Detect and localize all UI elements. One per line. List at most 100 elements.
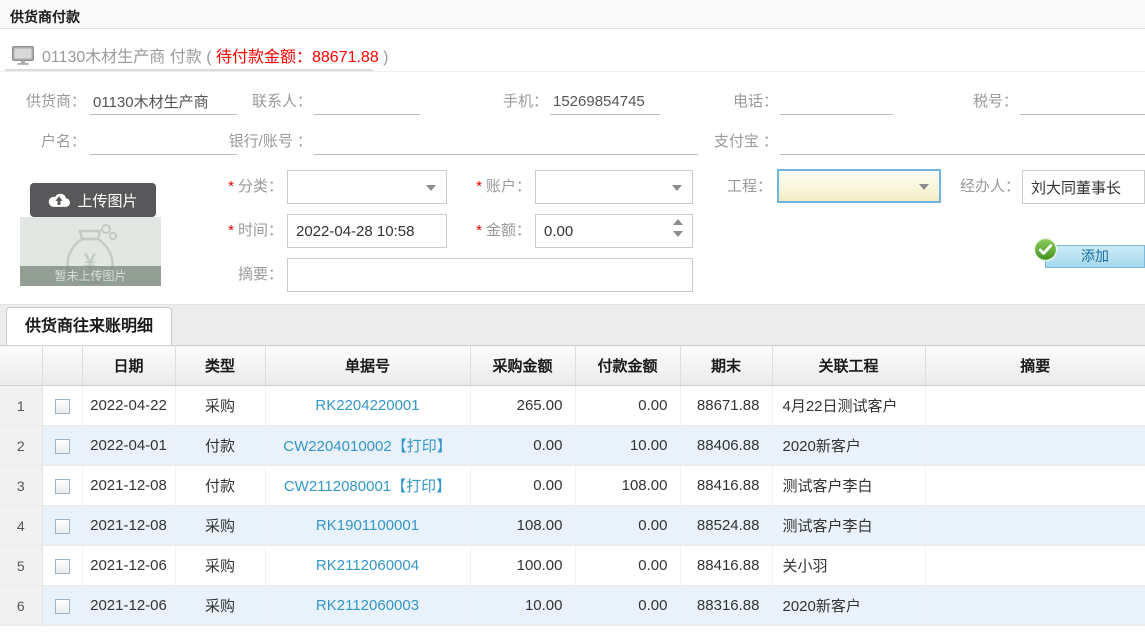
row-checkbox[interactable]	[55, 519, 70, 534]
section-header: 01130木材生产商 付款 ( 待付款金额：88671.88 )	[12, 40, 389, 70]
row-number: 1	[0, 386, 42, 426]
col-date: 日期	[82, 346, 175, 386]
upload-image-button[interactable]: 上传图片	[30, 183, 156, 217]
table-row: 3 2021-12-08 付款 CW2112080001【打印】 0.00 10…	[0, 466, 1145, 506]
account-name-label: 户名：	[0, 129, 86, 155]
cell-date: 2022-04-22	[82, 386, 175, 426]
category-select[interactable]	[287, 170, 447, 204]
alipay-label: 支付宝 ：	[688, 129, 778, 155]
summary-input[interactable]	[287, 258, 693, 292]
tab-supplier-ledger[interactable]: 供货商往来账明细	[6, 307, 172, 346]
handler-label: 经办人：	[933, 170, 1020, 204]
cell-project: 测试客户李白	[772, 466, 925, 506]
table-row: 4 2021-12-08 采购 RK1901100001 108.00 0.00…	[0, 506, 1145, 546]
cell-purchase: 108.00	[470, 506, 575, 546]
doc-link[interactable]: RK2204220001	[315, 397, 419, 414]
col-doc-no: 单据号	[265, 346, 470, 386]
cell-project: 关小羽	[772, 546, 925, 586]
row-checkbox[interactable]	[55, 479, 70, 494]
amount-stepper[interactable]	[673, 219, 685, 237]
doc-link[interactable]: CW2204010002	[283, 438, 391, 455]
cell-purchase: 0.00	[470, 466, 575, 506]
row-checkbox[interactable]	[55, 399, 70, 414]
col-select	[42, 346, 82, 386]
row-checkbox[interactable]	[55, 599, 70, 614]
row-number: 6	[0, 586, 42, 626]
doc-link[interactable]: RK2112060004	[316, 557, 419, 574]
row-number: 3	[0, 466, 42, 506]
spinner-down-icon[interactable]	[673, 231, 683, 237]
supplier-payment-heading: 01130木材生产商 付款 ( 待付款金额：88671.88 )	[42, 43, 389, 67]
alipay-input[interactable]	[780, 129, 1145, 155]
cell-payment: 0.00	[575, 386, 680, 426]
ledger-table: 日期 类型 单据号 采购金额 付款金额 期末 关联工程 摘要 1 2022-04…	[0, 345, 1145, 626]
required-mark: *	[476, 178, 482, 195]
phone-input[interactable]	[780, 89, 893, 115]
print-link[interactable]: 【打印】	[391, 478, 451, 495]
chevron-down-icon	[919, 184, 929, 190]
cell-purchase: 100.00	[470, 546, 575, 586]
row-number: 2	[0, 426, 42, 466]
doc-link[interactable]: RK1901100001	[316, 517, 419, 534]
cell-summary	[925, 426, 1145, 466]
cell-type: 付款	[175, 466, 265, 506]
image-placeholder[interactable]: ¥ 暂未上传图片	[20, 217, 161, 286]
bank-input[interactable]	[314, 129, 698, 155]
cell-date: 2021-12-06	[82, 586, 175, 626]
cloud-upload-icon	[48, 192, 70, 208]
col-summary: 摘要	[925, 346, 1145, 386]
row-number: 4	[0, 506, 42, 546]
window-titlebar: 供货商付款	[0, 0, 1145, 29]
cell-purchase: 10.00	[470, 586, 575, 626]
cell-payment: 0.00	[575, 506, 680, 546]
cell-date: 2022-04-01	[82, 426, 175, 466]
upload-image-label: 上传图片	[77, 190, 137, 211]
col-related-project: 关联工程	[772, 346, 925, 386]
cell-project: 2020新客户	[772, 426, 925, 466]
print-link[interactable]: 【打印】	[392, 438, 452, 455]
cell-project: 2020新客户	[772, 586, 925, 626]
cell-type: 付款	[175, 426, 265, 466]
cell-type: 采购	[175, 586, 265, 626]
supplier-input[interactable]	[90, 89, 237, 115]
add-button[interactable]: 添加	[1045, 245, 1145, 268]
col-type: 类型	[175, 346, 265, 386]
project-select[interactable]	[777, 169, 941, 203]
handler-input[interactable]	[1022, 170, 1145, 204]
chevron-down-icon	[672, 185, 682, 191]
cell-purchase: 0.00	[470, 426, 575, 466]
cell-balance: 88671.88	[680, 386, 772, 426]
cell-balance: 88416.88	[680, 466, 772, 506]
tax-input[interactable]	[1020, 89, 1145, 115]
table-row: 5 2021-12-06 采购 RK2112060004 100.00 0.00…	[0, 546, 1145, 586]
cell-summary	[925, 506, 1145, 546]
required-mark: *	[228, 178, 234, 195]
bank-label: 银行/账号 ：	[208, 129, 312, 155]
doc-link[interactable]: RK2112060003	[316, 597, 419, 614]
col-balance: 期末	[680, 346, 772, 386]
account-select[interactable]	[535, 170, 693, 204]
cell-balance: 88416.88	[680, 546, 772, 586]
check-icon	[1033, 237, 1058, 262]
doc-link[interactable]: CW2112080001	[284, 478, 391, 495]
spinner-up-icon[interactable]	[673, 219, 683, 225]
account-label: *账户：	[445, 170, 531, 204]
col-purchase-amount: 采购金额	[470, 346, 575, 386]
page-title: 供货商付款	[10, 7, 80, 27]
required-mark: *	[228, 222, 234, 239]
phone-label: 电话：	[698, 89, 778, 115]
row-checkbox[interactable]	[55, 559, 70, 574]
cell-balance: 88316.88	[680, 586, 772, 626]
required-mark: *	[476, 222, 482, 239]
row-checkbox[interactable]	[55, 439, 70, 454]
mobile-input[interactable]	[550, 89, 660, 115]
cell-type: 采购	[175, 386, 265, 426]
tax-label: 税号：	[938, 89, 1018, 115]
summary-label: 摘要：	[193, 258, 283, 292]
supplier-label: 供货商：	[0, 89, 86, 115]
cell-payment: 10.00	[575, 426, 680, 466]
time-input[interactable]	[287, 214, 447, 248]
amount-input[interactable]	[535, 214, 693, 248]
contact-input[interactable]	[314, 89, 420, 115]
project-label: 工程：	[690, 170, 772, 204]
